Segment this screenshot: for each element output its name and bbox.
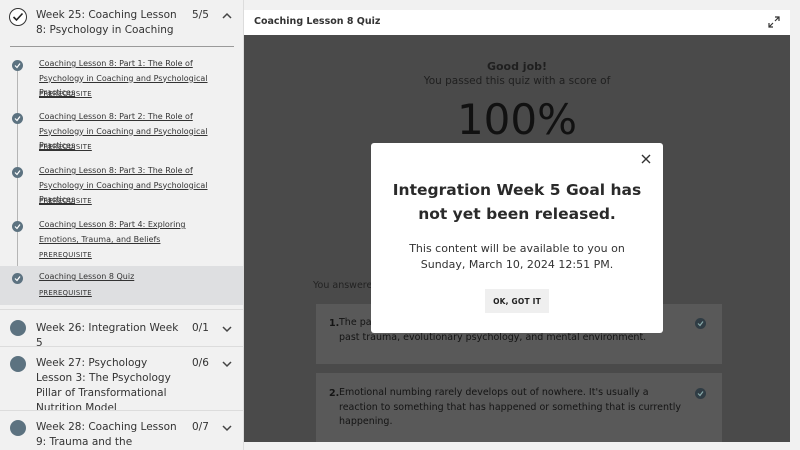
page-title: Coaching Lesson 8 Quiz xyxy=(254,16,381,27)
week-28-row[interactable]: Week 28: Coaching Lesson 9: Trauma and t… xyxy=(0,410,243,450)
chevron-up-icon[interactable] xyxy=(221,10,233,22)
week-27-title: Week 27: Psychology Lesson 3: The Psycho… xyxy=(36,357,171,414)
completed-check-icon xyxy=(12,273,23,284)
prerequisite-tag: PREREQUISITE xyxy=(39,90,92,98)
week-27-progress: 0/6 xyxy=(192,357,209,369)
question-number: 1. xyxy=(329,318,340,329)
ok-got-it-button[interactable]: OK, GOT IT xyxy=(485,289,549,313)
not-released-dialog: Integration Week 5 Goal has not yet been… xyxy=(371,143,663,333)
completed-check-icon xyxy=(12,221,23,232)
score-value: 100% xyxy=(456,95,578,144)
answered-summary: You answere xyxy=(313,280,373,291)
question-number: 2. xyxy=(329,388,340,399)
completed-check-icon xyxy=(12,167,23,178)
lesson-item-part-2[interactable]: Coaching Lesson 8: Part 2: The Role of P… xyxy=(0,104,243,171)
dialog-title: Integration Week 5 Goal has not yet been… xyxy=(392,181,642,223)
chevron-down-icon[interactable] xyxy=(221,358,233,370)
lesson-item-part-4[interactable]: Coaching Lesson 8: Part 4: Exploring Emo… xyxy=(0,212,243,279)
lesson-item-part-3[interactable]: Coaching Lesson 8: Part 3: The Role of P… xyxy=(0,158,243,225)
dialog-message: This content will be available to you on… xyxy=(409,242,625,271)
panel-header: Coaching Lesson 8 Quiz xyxy=(244,10,790,35)
status-dot-icon xyxy=(10,356,26,372)
chevron-down-icon[interactable] xyxy=(221,323,233,335)
completed-check-icon xyxy=(9,8,27,26)
chevron-down-icon[interactable] xyxy=(221,422,233,434)
course-sidebar: Week 25: Coaching Lesson 8: Psychology i… xyxy=(0,0,244,450)
result-text: You passed this quiz with a score of xyxy=(423,75,611,87)
prerequisite-tag: PREREQUISITE xyxy=(39,197,92,205)
week-25-header[interactable]: Week 25: Coaching Lesson 8: Psychology i… xyxy=(0,0,243,48)
result-heading: Good job! xyxy=(486,60,548,73)
question-text: Emotional numbing rarely develops out of… xyxy=(339,387,681,427)
week-27-row[interactable]: Week 27: Psychology Lesson 3: The Psycho… xyxy=(0,346,243,414)
status-dot-icon xyxy=(10,320,26,336)
expand-icon[interactable] xyxy=(768,16,780,28)
week-25-title: Week 25: Coaching Lesson 8: Psychology i… xyxy=(36,9,177,36)
prerequisite-tag: PREREQUISITE xyxy=(39,289,92,297)
question-text-end: past trauma, evolutionary psychology, an… xyxy=(339,332,647,343)
divider xyxy=(10,46,234,47)
question-card: 2. Emotional numbing rarely develops out… xyxy=(316,373,722,442)
prerequisite-tag: PREREQUISITE xyxy=(39,143,92,151)
lesson-link[interactable]: Coaching Lesson 8 Quiz xyxy=(39,270,231,285)
week-25-progress: 5/5 xyxy=(192,9,209,21)
week-28-title: Week 28: Coaching Lesson 9: Trauma and t… xyxy=(36,421,177,448)
completed-check-icon xyxy=(12,60,23,71)
lesson-item-quiz[interactable]: Coaching Lesson 8 Quiz PREREQUISITE xyxy=(0,266,243,305)
correct-check-icon xyxy=(695,318,706,329)
close-icon[interactable] xyxy=(639,152,653,166)
prerequisite-tag: PREREQUISITE xyxy=(39,251,92,259)
lesson-item-part-1[interactable]: Coaching Lesson 8: Part 1: The Role of P… xyxy=(0,50,243,117)
week-28-progress: 0/7 xyxy=(192,421,209,433)
correct-check-icon xyxy=(695,388,706,399)
week-26-row[interactable]: Week 26: Integration Week 5 0/1 xyxy=(0,309,243,349)
week-26-progress: 0/1 xyxy=(192,322,209,334)
status-dot-icon xyxy=(10,420,26,436)
lesson-link[interactable]: Coaching Lesson 8: Part 4: Exploring Emo… xyxy=(39,218,221,247)
completed-check-icon xyxy=(12,113,23,124)
